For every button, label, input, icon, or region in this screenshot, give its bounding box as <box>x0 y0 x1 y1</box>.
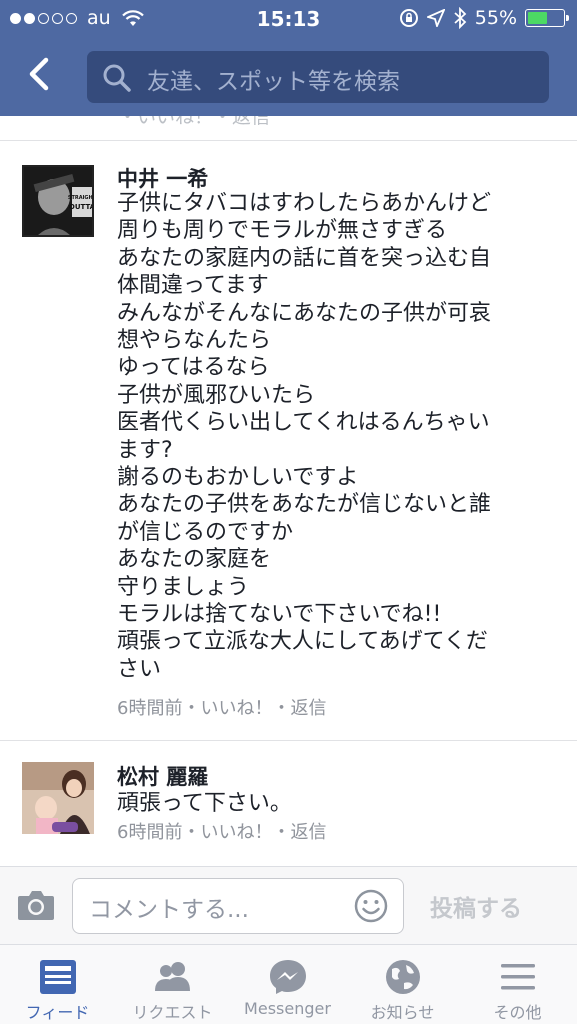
battery-icon <box>525 9 569 27</box>
previous-comment-meta: ・いいね！・返信 <box>118 116 271 128</box>
comment-line: ます? <box>117 438 173 463</box>
comment-meta[interactable]: 6時間前・いいね！・返信 <box>117 818 326 844</box>
comment-line: 医者代くらい出してくれはるんちゃい <box>117 410 490 435</box>
comment-line: 想やらなんたら <box>117 328 272 353</box>
messenger-icon <box>270 960 306 994</box>
tab-notifications[interactable]: お知らせ <box>345 945 460 1024</box>
comment-line: あなたの家庭を <box>117 547 272 572</box>
search-placeholder: 友達、スポット等を検索 <box>147 69 400 95</box>
tab-messenger[interactable]: Messenger <box>230 945 345 1024</box>
comment-line: 謝るのもおかしいですよ <box>117 465 359 490</box>
comment-input[interactable]: コメントする... <box>72 878 404 934</box>
avatar[interactable]: STRAIGHT OUTTA <box>22 165 94 237</box>
tab-more[interactable]: その他 <box>460 945 575 1024</box>
status-bar: au 15:13 55% <box>0 0 577 40</box>
comment-compose-bar: コメントする... 投稿する <box>0 866 577 944</box>
comment-line: 周りも周りでモラルが無さすぎる <box>117 218 448 243</box>
post-button[interactable]: 投稿する <box>430 889 522 923</box>
comment-line: モラルは捨てないで下さいでね!! <box>117 602 442 627</box>
camera-icon[interactable] <box>16 887 56 923</box>
svg-text:STRAIGHT: STRAIGHT <box>68 195 94 201</box>
comment-line: 体間違ってます <box>117 273 269 298</box>
chevron-left-icon[interactable] <box>22 52 58 96</box>
comment-line: 守りましょう <box>117 575 250 600</box>
battery-percent: 55% <box>474 7 517 29</box>
comment-line: あなたの子供をあなたが信じないと誰 <box>117 492 492 517</box>
comment-line: ゆってはるなら <box>117 355 270 380</box>
search-input[interactable]: 友達、スポット等を検索 <box>87 51 549 103</box>
comment-author[interactable]: 松村 麗羅 <box>117 761 208 791</box>
comment-meta[interactable]: 6時間前・いいね！・返信 <box>117 694 326 720</box>
svg-text:OUTTA: OUTTA <box>69 203 94 211</box>
friend-requests-icon <box>155 962 190 991</box>
divider <box>0 140 577 141</box>
comment-line: 子供にタバコはすわしたらあかんけど <box>117 191 492 216</box>
comment-line: みんながそんなにあなたの子供が可哀 <box>117 301 492 326</box>
tab-requests[interactable]: リクエスト <box>115 945 230 1024</box>
location-arrow-icon <box>426 9 445 27</box>
comment-line: 頑張って立派な大人にしてあげてくだ <box>117 629 488 654</box>
comment-line: あなたの家庭内の話に首を突っ込む自 <box>117 246 492 271</box>
top-navigation-bar: au 15:13 55% 友達、スポット等を検索 <box>0 0 577 116</box>
orientation-lock-icon <box>399 9 418 27</box>
avatar[interactable] <box>22 762 94 834</box>
comment-line: 子供が風邪ひいたら <box>117 383 316 408</box>
globe-icon <box>386 960 420 994</box>
search-icon <box>103 64 131 92</box>
comment-line: さい <box>117 657 162 682</box>
comment-author[interactable]: 中井 一希 <box>117 163 208 193</box>
comment-placeholder: コメントする... <box>89 897 249 923</box>
feed-icon <box>40 960 76 994</box>
smiley-icon[interactable] <box>353 888 389 924</box>
comment-body: 頑張って下さい。 <box>117 791 292 816</box>
tab-feed[interactable]: フィード <box>0 945 115 1024</box>
bluetooth-icon <box>454 7 467 29</box>
divider <box>0 740 577 741</box>
comment-line: が信じるのですか <box>117 520 294 545</box>
menu-icon <box>501 964 535 990</box>
bottom-tab-bar: フィード リクエスト Messenger お知らせ その他 <box>0 944 577 1024</box>
